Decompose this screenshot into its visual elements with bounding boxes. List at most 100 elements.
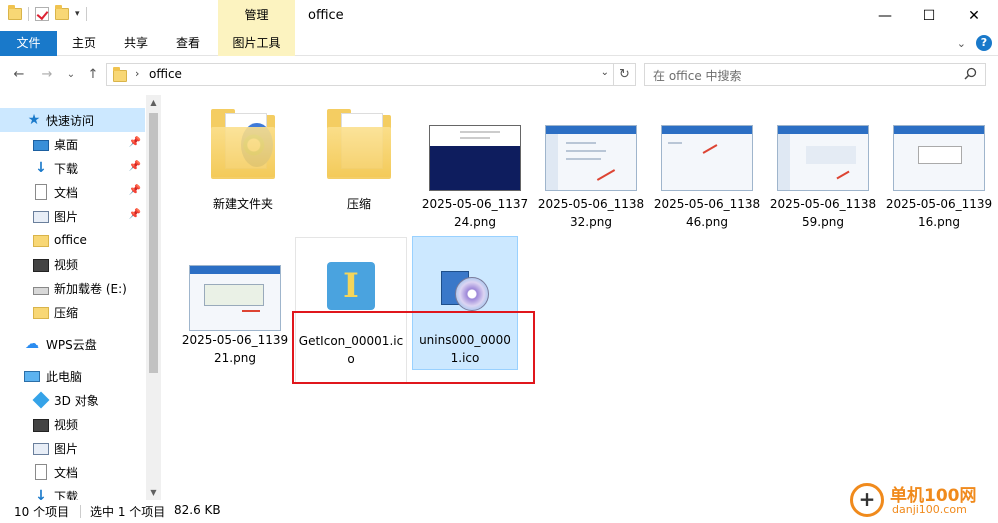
nav-item-downloads-pc[interactable]: ↓ 下载	[0, 484, 145, 500]
search-input[interactable]: 在 office 中搜索	[644, 63, 986, 86]
picture-icon	[33, 211, 49, 223]
context-tab-manage[interactable]: 管理	[218, 0, 295, 31]
file-item[interactable]: 压缩	[303, 103, 415, 249]
nav-item-label: 压缩	[54, 305, 79, 320]
divider	[85, 7, 87, 21]
divider	[80, 505, 81, 518]
cloud-icon: ☁	[25, 336, 39, 352]
nav-item-compress[interactable]: 压缩	[0, 300, 145, 324]
tab-file[interactable]: 文件	[0, 31, 57, 56]
expand-ribbon-icon[interactable]: ⌄	[957, 37, 966, 50]
breadcrumb-office[interactable]: office	[149, 67, 182, 81]
file-name: 2025-05-06_113859.png	[769, 197, 877, 229]
scroll-up-icon[interactable]: ▲	[146, 95, 161, 110]
nav-item-label: 文档	[54, 185, 79, 200]
folder-icon	[33, 307, 49, 319]
getico-icon: I	[327, 262, 375, 310]
nav-item-office[interactable]: office	[0, 228, 145, 252]
image-thumbnail	[189, 265, 281, 331]
nav-item-documents-pc[interactable]: 文档	[0, 460, 145, 484]
nav-item-wps-cloud[interactable]: ☁ WPS云盘	[0, 332, 145, 356]
nav-item-label: 新加载卷 (E:)	[54, 281, 127, 296]
nav-item-desktop[interactable]: 桌面 📌	[0, 132, 145, 156]
file-item[interactable]: 2025-05-06_113724.png	[419, 103, 531, 249]
quick-access-toolbar: ▾	[8, 5, 87, 21]
selection-size: 82.6 KB	[174, 503, 221, 517]
nav-item-pictures[interactable]: 图片 📌	[0, 204, 145, 228]
highlight-box	[292, 311, 535, 384]
nav-pane-scrollbar[interactable]: ▲ ▼	[146, 95, 161, 500]
refresh-button[interactable]: ↻	[614, 63, 636, 86]
address-bar[interactable]: › office ⌄	[106, 63, 614, 86]
file-name: 压缩	[346, 197, 371, 211]
nav-item-3d-objects[interactable]: 3D 对象	[0, 388, 145, 412]
close-icon: ✕	[968, 7, 980, 24]
nav-item-label: WPS云盘	[46, 337, 97, 352]
file-item[interactable]: 2025-05-06_113846.png	[651, 103, 763, 249]
folder-icon	[327, 109, 391, 181]
chevron-down-icon[interactable]: ⌄	[601, 67, 609, 78]
download-icon: ↓	[35, 160, 47, 176]
nav-item-videos[interactable]: 视频	[0, 252, 145, 276]
scroll-down-icon[interactable]: ▼	[146, 485, 161, 500]
minimize-button[interactable]: —	[862, 0, 908, 31]
tab-picture-tools[interactable]: 图片工具	[218, 31, 295, 56]
up-arrow-icon[interactable]: ↑	[84, 65, 102, 85]
image-thumbnail	[777, 125, 869, 191]
image-thumbnail	[545, 125, 637, 191]
tab-share[interactable]: 共享	[116, 31, 156, 56]
new-folder-icon[interactable]	[55, 5, 69, 20]
scrollbar-thumb[interactable]	[149, 113, 158, 373]
pin-icon: 📌	[128, 137, 141, 148]
nav-item-drive-e[interactable]: 新加载卷 (E:)	[0, 276, 145, 300]
nav-item-label: 3D 对象	[54, 393, 99, 408]
nav-item-label: 此电脑	[46, 369, 83, 384]
pin-icon: 📌	[128, 209, 141, 220]
forward-arrow-icon[interactable]: →	[38, 65, 56, 85]
nav-item-this-pc[interactable]: 此电脑	[0, 364, 145, 388]
ribbon-controls: ⌄ ?	[957, 35, 992, 51]
nav-item-label: office	[54, 233, 87, 247]
tab-view[interactable]: 查看	[168, 31, 208, 56]
nav-item-label: 快速访问	[46, 113, 95, 128]
nav-item-label: 图片	[54, 209, 79, 224]
file-item[interactable]: 2025-05-06_113921.png	[179, 237, 291, 383]
file-item[interactable]: 2025-05-06_113832.png	[535, 103, 647, 249]
file-name: 2025-05-06_113724.png	[421, 197, 529, 229]
customize-toolbar-dropdown[interactable]: ▾	[75, 9, 80, 19]
back-arrow-icon[interactable]: ←	[10, 65, 28, 85]
folder-icon[interactable]	[8, 5, 22, 20]
file-item[interactable]: 新建文件夹	[187, 103, 299, 249]
nav-item-label: 下载	[54, 489, 79, 501]
chevron-right-icon[interactable]: ›	[135, 67, 139, 80]
image-thumbnail	[661, 125, 753, 191]
watermark-domain: danji100.com	[892, 503, 967, 516]
search-placeholder: 在 office 中搜索	[653, 69, 742, 83]
nav-item-videos-pc[interactable]: 视频	[0, 412, 145, 436]
nav-item-documents[interactable]: 文档 📌	[0, 180, 145, 204]
recent-locations-chevron-icon[interactable]: ⌄	[62, 65, 80, 85]
nav-item-label: 桌面	[54, 137, 79, 152]
nav-item-downloads[interactable]: ↓ 下载 📌	[0, 156, 145, 180]
search-icon[interactable]	[964, 67, 977, 80]
document-icon	[35, 184, 47, 200]
ribbon-tabs: 文件 主页 共享 查看 图片工具 ⌄ ?	[0, 31, 998, 56]
file-name: 2025-05-06_113832.png	[537, 197, 645, 229]
close-button[interactable]: ✕	[951, 0, 997, 31]
folder-icon	[211, 109, 275, 181]
nav-item-quick-access[interactable]: ★ 快速访问	[0, 108, 145, 132]
video-icon	[33, 258, 49, 272]
watermark-logo: + 单机100网 danji100.com	[848, 479, 998, 523]
star-icon: ★	[27, 112, 41, 128]
image-thumbnail	[893, 125, 985, 191]
help-icon[interactable]: ?	[976, 35, 992, 51]
maximize-button[interactable]: ☐	[906, 0, 952, 31]
file-item[interactable]: 2025-05-06_113916.png	[883, 103, 995, 249]
nav-item-label: 文档	[54, 465, 79, 480]
properties-icon[interactable]	[35, 7, 49, 21]
tab-home[interactable]: 主页	[64, 31, 104, 56]
file-item[interactable]: 2025-05-06_113859.png	[767, 103, 879, 249]
nav-item-pictures-pc[interactable]: 图片	[0, 436, 145, 460]
document-icon	[35, 464, 47, 480]
nav-item-label: 下载	[54, 161, 79, 176]
